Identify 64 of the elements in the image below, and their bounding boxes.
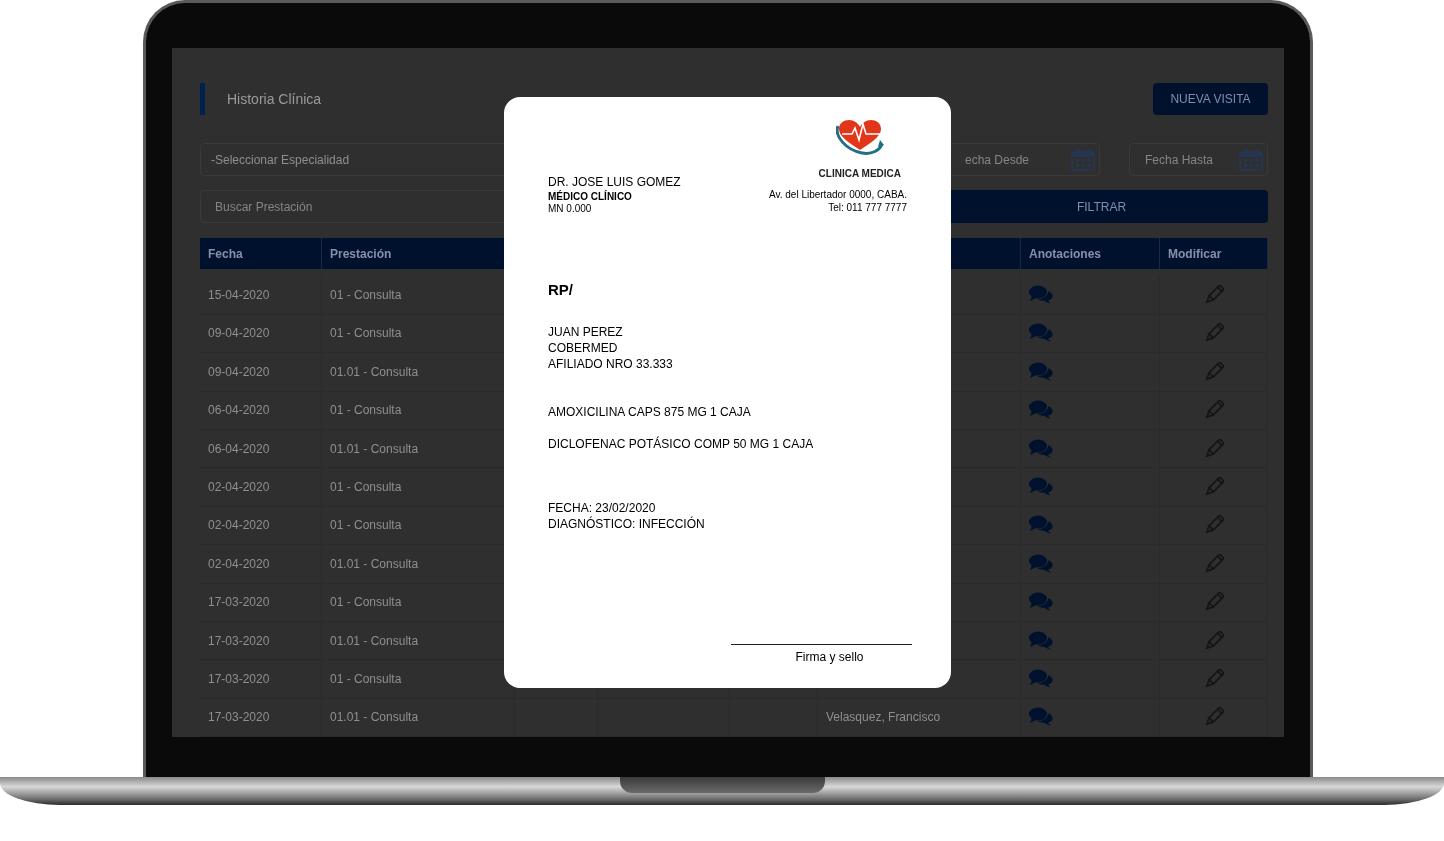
medication-line: DICLOFENAC POTÁSICO COMP 50 MG 1 CAJA [548,436,815,452]
chat-bubbles-icon[interactable] [1029,323,1053,344]
signature-label: Firma y sello [795,650,864,664]
doctor-license: MN 0.000 [548,203,593,214]
medication-line: AMOXICILINA CAPS 875 MG 1 CAJA [548,404,752,420]
column-header: Fecha [200,238,322,269]
pencil-icon[interactable] [1203,285,1224,306]
chat-bubbles-icon[interactable] [1029,707,1053,728]
chat-bubbles-icon[interactable] [1029,669,1053,689]
pencil-icon[interactable] [1203,707,1224,728]
chat-bubbles-icon[interactable] [1029,630,1053,651]
pencil-icon[interactable] [1203,323,1224,344]
table-cell: 15-04-2020 [200,276,322,315]
table-cell: 17-03-2020 [200,621,322,661]
pencil-icon[interactable] [1203,477,1224,498]
patient-line: AFILIADO NRO 33.333 [548,356,674,372]
chat-bubbles-icon[interactable] [1029,592,1053,613]
table-cell: 06-04-2020 [200,391,322,430]
table-cell: 02-04-2020 [200,506,322,546]
table-cell: 01.01 - Consulta [322,698,515,737]
pencil-icon[interactable] [1203,592,1224,613]
table-cell: Velasquez, Francisco [818,698,1021,737]
pencil-icon[interactable] [1203,669,1224,689]
chat-bubbles-icon[interactable] [1029,400,1053,421]
table-cell: 02-04-2020 [200,545,322,584]
column-header: Anotaciones [1021,238,1160,269]
table-cell: 06-04-2020 [200,429,322,469]
clinic-phone: Tel: 011 777 7777 [828,201,907,214]
chat-bubbles-icon[interactable] [1029,477,1053,498]
pencil-icon[interactable] [1203,400,1224,421]
chat-bubbles-icon[interactable] [1029,515,1053,536]
table-cell: 17-03-2020 [200,698,322,737]
date-from-field[interactable]: echa Desde [949,143,1100,176]
calendar-icon[interactable] [1071,148,1095,171]
chat-bubbles-icon[interactable] [1029,438,1053,459]
clinic-name: CLINICA MEDICA [818,168,901,179]
clinic-address: Av. del Libertador 0000, CABA. [768,188,907,201]
heart-logo [835,120,884,156]
patient-line: JUAN PEREZ [548,324,624,340]
patient-line: COBERMED [548,340,619,356]
date-to-field[interactable]: Fecha Hasta [1129,143,1268,176]
title-accent-bar [200,83,205,115]
table-cell: 09-04-2020 [200,314,322,354]
chat-bubbles-icon[interactable] [1029,553,1053,574]
pencil-icon[interactable] [1203,515,1224,536]
pencil-icon[interactable] [1203,361,1224,382]
table-cell: 17-03-2020 [200,660,322,699]
pencil-icon[interactable] [1203,438,1224,459]
column-header: Modificar [1160,238,1268,269]
diagnosis: DIAGNÓSTICO: INFECCIÓN [548,516,706,532]
table-cell: 09-04-2020 [200,353,322,392]
page-title: Historia Clínica [227,91,322,107]
table-cell: 02-04-2020 [200,468,322,507]
pencil-icon[interactable] [1203,553,1224,574]
rp-heading: RP/ [548,281,574,298]
prescription-date: FECHA: 23/02/2020 [548,500,657,516]
calendar-icon[interactable] [1239,148,1263,171]
pencil-icon[interactable] [1203,630,1224,651]
doctor-specialty: MÉDICO CLÍNICO [548,191,633,202]
new-visit-button[interactable]: NUEVA VISITA [1153,83,1268,115]
chat-bubbles-icon[interactable] [1029,361,1053,382]
table-cell: 17-03-2020 [200,583,322,622]
chat-bubbles-icon[interactable] [1029,285,1053,306]
doctor-name: DR. JOSE LUIS GOMEZ [548,175,681,189]
